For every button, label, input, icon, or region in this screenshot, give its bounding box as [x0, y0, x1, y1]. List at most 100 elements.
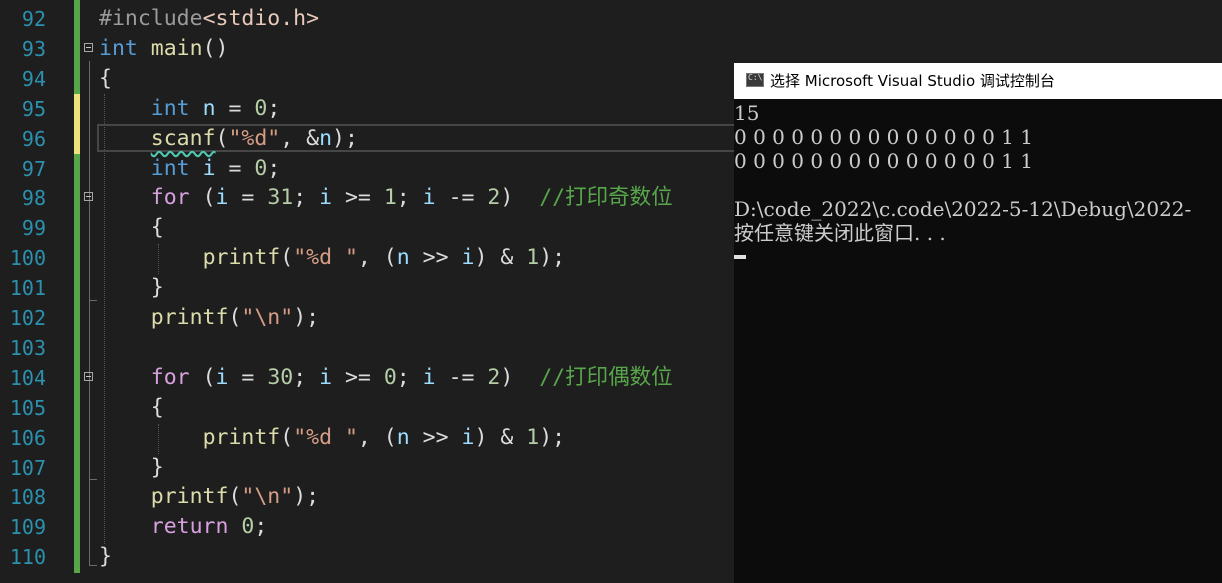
code-token: int — [150, 155, 190, 181]
line-number: 97 — [21, 156, 46, 181]
code-token: { — [99, 215, 164, 241]
code-token: ; — [396, 185, 423, 211]
line-number: 105 — [9, 395, 46, 420]
console-line: 15 — [734, 101, 760, 125]
code-text: printf("\n"); — [99, 303, 319, 333]
code-token: "\n" — [241, 484, 294, 510]
code-token: "\n" — [241, 305, 294, 330]
code-token: "%d " — [293, 424, 358, 450]
code-token: i — [461, 245, 475, 271]
code-token: i — [319, 185, 333, 211]
line-number: 107 — [9, 455, 46, 480]
code-token: 2 — [487, 364, 501, 390]
code-token: ; — [293, 185, 320, 211]
code-token: ); — [539, 245, 566, 271]
code-token: n — [396, 424, 410, 450]
code-token: ); — [293, 484, 320, 510]
console-output: 15 0 0 0 0 0 0 0 0 0 0 0 0 0 0 1 1 0 0 0… — [734, 101, 1222, 259]
code-token: ); — [332, 125, 358, 151]
code-token: = — [228, 185, 268, 211]
code-text: int n = 0; — [99, 94, 281, 124]
code-text: int main() — [99, 34, 228, 64]
line-number: 110 — [9, 545, 46, 570]
code-token: i — [422, 364, 436, 390]
code-token: ( — [189, 185, 216, 211]
code-text: for (i = 31; i >= 1; i -= 2) //打印奇数位 — [99, 183, 673, 213]
code-text: printf("%d ", (n >> i) & 1); — [99, 423, 566, 453]
code-token: = — [215, 95, 255, 121]
code-token: = — [215, 155, 255, 181]
line-number: 93 — [21, 36, 46, 61]
fold-collapse-icon[interactable] — [84, 42, 93, 52]
code-token: 31 — [267, 185, 294, 211]
code-token: ; — [254, 514, 268, 540]
code-token: ) & — [474, 245, 527, 271]
console-titlebar[interactable]: 选择 Microsoft Visual Studio 调试控制台 — [734, 63, 1222, 99]
line-number: 106 — [9, 425, 46, 450]
code-token: i — [422, 185, 436, 211]
code-token: ( — [189, 364, 216, 390]
code-token: main — [150, 35, 203, 61]
line-number: 92 — [21, 7, 46, 31]
code-token: ( — [228, 305, 242, 330]
code-token: n — [396, 245, 410, 271]
code-token: //打印偶数位 — [539, 364, 673, 390]
code-token: printf — [150, 305, 229, 330]
fold-collapse-icon[interactable] — [84, 192, 93, 202]
code-text: int i = 0; — [99, 154, 281, 184]
code-text: } — [99, 273, 164, 303]
code-token: 0 — [254, 155, 268, 181]
code-line[interactable]: 92 #include<stdio.h> — [0, 4, 1222, 34]
fold-collapse-icon[interactable] — [84, 371, 93, 381]
console-line: 0 0 0 0 0 0 0 0 0 0 0 0 0 0 1 1 — [734, 125, 1033, 149]
code-token: int — [99, 35, 138, 61]
code-token: //打印奇数位 — [539, 185, 673, 211]
code-token: , ( — [357, 245, 397, 271]
code-token: } — [99, 454, 164, 480]
line-number: 101 — [9, 276, 46, 301]
line-number: 100 — [9, 246, 46, 271]
code-token: 1 — [526, 245, 540, 271]
line-number: 104 — [9, 365, 46, 390]
line-number: 102 — [9, 306, 46, 330]
code-token: ); — [293, 305, 320, 330]
code-token: ; — [396, 364, 423, 390]
code-token: n — [202, 95, 216, 121]
code-token: #include — [99, 6, 203, 31]
code-token: i — [202, 155, 216, 181]
console-app-icon — [746, 73, 764, 87]
code-text: printf("%d ", (n >> i) & 1); — [99, 243, 566, 273]
line-number: 109 — [9, 515, 46, 540]
code-token: printf — [150, 484, 229, 510]
code-token: } — [99, 544, 112, 570]
code-token: } — [99, 275, 164, 301]
code-token: , & — [280, 125, 320, 151]
code-text: { — [99, 393, 164, 423]
code-token: i — [461, 424, 475, 450]
code-text: #include<stdio.h> — [99, 4, 319, 34]
code-token: { — [99, 65, 112, 91]
code-line[interactable]: 93 int main() — [0, 34, 1222, 64]
debug-console-window[interactable]: 选择 Microsoft Visual Studio 调试控制台 15 0 0 … — [734, 63, 1222, 583]
code-token: ( — [228, 484, 242, 510]
code-text: } — [99, 542, 112, 572]
line-number: 96 — [21, 126, 46, 151]
console-line: D:\code_2022\c.code\2022-5-12\Debug\2022… — [734, 197, 1192, 221]
code-token: >= — [332, 364, 384, 390]
code-token: ) — [500, 185, 540, 211]
code-token: ; — [267, 155, 281, 181]
code-token: 0 — [254, 95, 268, 121]
